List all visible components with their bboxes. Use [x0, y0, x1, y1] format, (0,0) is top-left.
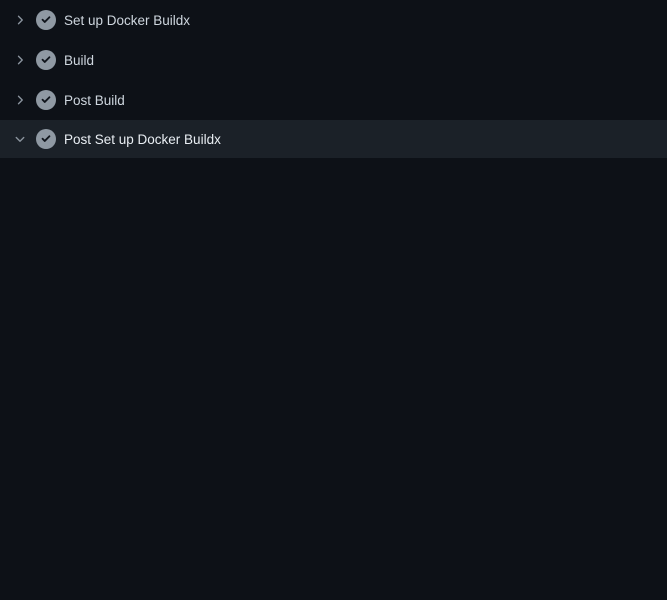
- step-label: Build: [64, 53, 94, 68]
- log-line: 4 time="2021-04-23T18:02:37Z" level=info…: [0, 229, 667, 249]
- log-line: 14 time="2021-04-23T18:02:38Z" level=deb…: [0, 449, 667, 469]
- log-line: 20 time="2021-04-23T18:02:38Z" level=deb…: [0, 589, 667, 600]
- chevron-down-icon: [14, 133, 26, 145]
- log-line: 13 time="2021-04-23T18:02:38Z" level=deb…: [0, 429, 667, 449]
- log-line: linux/riscv64 linux/ppc64le linux/s390x …: [0, 289, 667, 309]
- log-line: 1 Post job cleanup.: [0, 169, 667, 189]
- log-line: 12 time="2021-04-23T18:02:38Z" level=deb…: [0, 409, 667, 429]
- log-line: 2 ▾BuildKit container logs: [0, 189, 667, 209]
- step-list: Set up Docker Buildx Build Post Build: [0, 0, 667, 158]
- log-line: application/vnd.oci.image.index.v1+json,…: [0, 569, 667, 589]
- step-row[interactable]: Post Build: [0, 80, 667, 120]
- log-line: 17 time="2021-04-23T18:02:38Z" level=deb…: [0, 509, 667, 529]
- log-line: 8 time="2021-04-23T18:02:37Z" level=info…: [0, 329, 667, 349]
- log-line: 16 time="2021-04-23T18:02:38Z" level=deb…: [0, 489, 667, 509]
- check-circle-icon: [36, 129, 56, 149]
- step-row[interactable]: Post Set up Docker Buildx: [0, 120, 667, 158]
- step-label: Post Build: [64, 93, 125, 108]
- chevron-right-icon: [14, 94, 26, 106]
- log-line: 15 time="2021-04-23T18:02:38Z" level=deb…: [0, 469, 667, 489]
- chevron-right-icon: [14, 14, 26, 26]
- log-line: 3 /usr/bin/docker logs buildx_buildkit_b…: [0, 209, 667, 229]
- log-line: 6 time="2021-04-23T18:02:37Z" level=info…: [0, 269, 667, 289]
- log-line: 9 time="2021-04-23T18:02:37Z" level=warn…: [0, 349, 667, 369]
- check-circle-icon: [36, 10, 56, 30]
- log-line: 5 time="2021-04-23T18:02:37Z" level=warn…: [0, 249, 667, 269]
- log-line: 11 time="2021-04-23T18:02:38Z" level=deb…: [0, 389, 667, 409]
- step-row[interactable]: Set up Docker Buildx: [0, 0, 667, 40]
- step-label: Set up Docker Buildx: [64, 13, 190, 28]
- check-circle-icon: [36, 90, 56, 110]
- log-line: 19 time="2021-04-23T18:02:38Z" level=deb…: [0, 549, 667, 569]
- chevron-right-icon: [14, 54, 26, 66]
- step-label: Post Set up Docker Buildx: [64, 132, 221, 147]
- log-line: 10 time="2021-04-23T18:02:37Z" level=inf…: [0, 369, 667, 389]
- actions-log-viewer: Set up Docker Buildx Build Post Build: [0, 0, 667, 600]
- step-row[interactable]: Build: [0, 40, 667, 80]
- log-panel: 1 Post job cleanup. 2 ▾BuildKit containe…: [0, 158, 667, 600]
- log-line: 18 time="2021-04-23T18:02:38Z" level=deb…: [0, 529, 667, 549]
- log-line: 7 time="2021-04-23T18:02:37Z" level=warn…: [0, 309, 667, 329]
- check-circle-icon: [36, 50, 56, 70]
